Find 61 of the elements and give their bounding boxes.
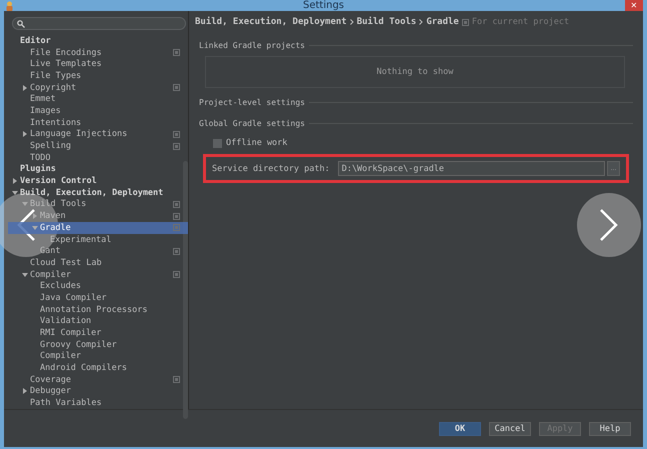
collapsed-arrow-icon[interactable]: [22, 84, 28, 91]
tree-item[interactable]: Path Variables: [8, 397, 188, 409]
tree-item[interactable]: Validation: [8, 316, 188, 328]
project-icon: [462, 18, 469, 26]
expanded-arrow-icon[interactable]: [12, 190, 18, 196]
tree-item[interactable]: RMI Compiler: [8, 327, 188, 339]
breadcrumb-item: Build Tools: [356, 17, 416, 27]
tree-item[interactable]: Live Templates: [8, 58, 188, 70]
dialog-button[interactable]: Help: [589, 422, 631, 436]
tree-item[interactable]: Groovy Compiler: [8, 338, 188, 351]
window-title: Settings: [302, 0, 344, 11]
tree-item[interactable]: Annotation Processors: [8, 304, 188, 316]
tree-item[interactable]: Spelling: [8, 140, 188, 152]
empty-text: Nothing to show: [376, 67, 454, 77]
checkbox-label: Offline work: [226, 138, 288, 148]
tree-item[interactable]: Java Compiler: [8, 292, 188, 304]
dialog-button[interactable]: OK: [439, 422, 481, 436]
expanded-arrow-icon[interactable]: [22, 272, 28, 278]
tree-item[interactable]: Excludes: [8, 280, 188, 292]
tree-item[interactable]: Gradle: [8, 222, 188, 234]
tree-item[interactable]: Android Compilers: [8, 362, 188, 374]
tree-item[interactable]: Build, Execution, Deployment: [8, 186, 188, 199]
tree-item[interactable]: Experimental: [8, 234, 188, 246]
scope-note: For current project: [472, 17, 570, 27]
tree-item[interactable]: Gant: [8, 245, 188, 258]
tree-item[interactable]: Plugins: [8, 164, 188, 176]
tree-item[interactable]: Cloud Test Lab: [8, 257, 188, 269]
tree-item[interactable]: Editor: [8, 35, 188, 47]
tree-item[interactable]: Compiler: [8, 268, 188, 280]
checkbox[interactable]: [213, 138, 222, 148]
tree-item[interactable]: Copyright: [8, 82, 188, 94]
tree-item[interactable]: Language Injections: [8, 128, 188, 140]
chevron-icon: [350, 19, 354, 25]
search-field[interactable]: [12, 17, 186, 30]
dialog-button[interactable]: Cancel: [489, 422, 531, 436]
tree-item[interactable]: Version Control: [8, 175, 188, 187]
section-title: Linked Gradle projects: [199, 41, 305, 50]
search-icon: [17, 20, 25, 28]
scrollbar[interactable]: [183, 161, 188, 419]
breadcrumb-item: Build, Execution, Deployment: [195, 17, 347, 27]
path-field[interactable]: D:\WorkSpace\-gradle: [338, 161, 605, 176]
tree-item[interactable]: TODO: [8, 152, 188, 164]
section-title: Global Gradle settings: [199, 119, 305, 128]
section-title: Project-level settings: [199, 98, 305, 107]
collapsed-arrow-icon[interactable]: [22, 131, 28, 138]
close-button[interactable]: ✕: [625, 0, 643, 11]
tree-item[interactable]: Intentions: [8, 116, 188, 128]
tree-item[interactable]: File Types: [8, 70, 188, 82]
field-label: Service directory path:: [212, 164, 330, 174]
collapsed-arrow-icon[interactable]: [22, 388, 28, 394]
tree-item[interactable]: Emmet: [8, 93, 188, 106]
tree-item[interactable]: File Encodings: [8, 46, 188, 58]
app-icon: [5, 1, 14, 11]
tree-item[interactable]: Coverage: [8, 374, 188, 386]
tree-item[interactable]: Images: [8, 105, 188, 117]
chevron-right-icon: [599, 208, 619, 242]
collapsed-arrow-icon[interactable]: [12, 178, 18, 184]
tree-item[interactable]: Compiler: [8, 350, 188, 362]
chevron-icon: [419, 19, 424, 25]
tree-item[interactable]: Debugger: [8, 386, 188, 398]
breadcrumb-item: Gradle: [426, 17, 459, 27]
